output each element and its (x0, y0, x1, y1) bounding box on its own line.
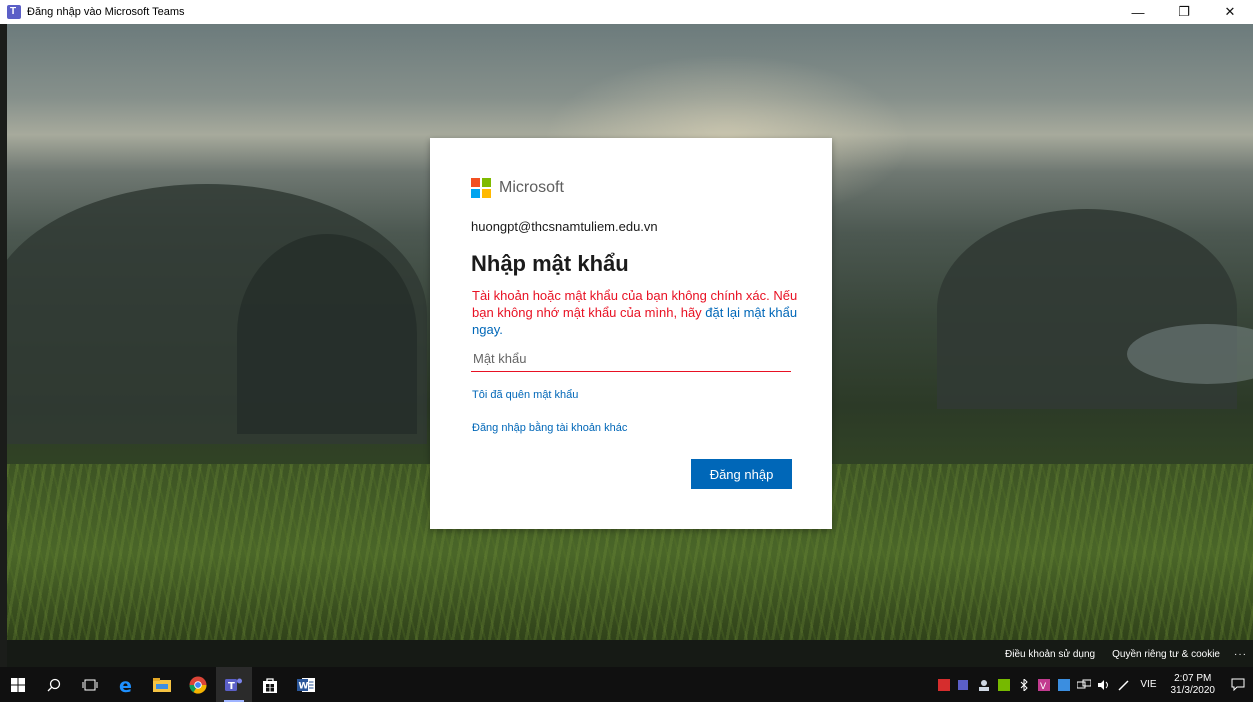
microsoft-logo-text: Microsoft (499, 179, 564, 196)
edge-icon[interactable]: e (108, 667, 144, 702)
svg-text:T: T (228, 681, 235, 692)
pen-icon[interactable] (1116, 667, 1132, 702)
volume-icon[interactable] (1096, 667, 1112, 702)
more-options-button[interactable]: ··· (1234, 649, 1247, 660)
language-indicator[interactable]: VIE (1140, 679, 1156, 690)
file-explorer-icon[interactable] (144, 667, 180, 702)
page-footer: Điều khoản sử dụng Quyền riêng tư & cook… (7, 640, 1253, 667)
svg-text:W: W (299, 681, 309, 691)
window-title: Đăng nhập vào Microsoft Teams (27, 6, 185, 18)
signin-other-account-link[interactable]: Đăng nhập bằng tài khoản khác (472, 422, 627, 434)
mountain-center (237, 234, 417, 434)
tray-user-icon[interactable] (976, 667, 992, 702)
tray-nvidia-icon[interactable] (996, 667, 1012, 702)
terms-of-use-link[interactable]: Điều khoản sử dụng (1005, 649, 1095, 660)
search-icon[interactable] (36, 667, 72, 702)
window-title-bar: Đăng nhập vào Microsoft Teams — ❐ ✕ (0, 0, 1253, 24)
restore-button[interactable]: ❐ (1161, 0, 1207, 24)
logo-square-red (471, 178, 480, 187)
clock-date: 31/3/2020 (1170, 684, 1216, 696)
svg-text:V: V (1040, 682, 1047, 691)
network-icon[interactable] (1076, 667, 1092, 702)
windows-start-icon[interactable] (0, 667, 36, 702)
clock[interactable]: 2:07 PM 31/3/2020 (1171, 673, 1216, 697)
tray-app-red-icon[interactable] (936, 667, 952, 702)
minimize-button[interactable]: — (1115, 0, 1161, 24)
window-controls: — ❐ ✕ (1115, 0, 1253, 24)
error-message: Tài khoản hoặc mật khẩu của bạn không ch… (472, 287, 802, 338)
task-view-icon[interactable] (72, 667, 108, 702)
signin-button[interactable]: Đăng nhập (691, 459, 792, 489)
bluetooth-icon[interactable] (1016, 667, 1032, 702)
password-input[interactable] (471, 345, 791, 372)
forgot-password-link[interactable]: Tôi đã quên mật khẩu (472, 389, 578, 401)
tray-teams-icon[interactable] (956, 667, 972, 702)
close-button[interactable]: ✕ (1207, 0, 1253, 24)
teams-app-icon (7, 5, 21, 19)
store-icon[interactable] (252, 667, 288, 702)
privacy-cookies-link[interactable]: Quyền riêng tư & cookie (1112, 649, 1220, 660)
microsoft-logo: Microsoft (471, 178, 564, 198)
tray-blue-app-icon[interactable] (1056, 667, 1072, 702)
signin-card: Microsoft huongpt@thcsnamtuliem.edu.vn N… (430, 138, 832, 529)
svg-text:e: e (119, 676, 132, 694)
notification-center-icon[interactable] (1223, 667, 1253, 702)
logo-square-blue (471, 189, 480, 198)
clock-time: 2:07 PM (1174, 672, 1212, 684)
chrome-icon[interactable] (180, 667, 216, 702)
teams-icon[interactable]: T (216, 667, 252, 702)
page-title: Nhập mật khẩu (471, 251, 629, 276)
system-tray: V VIE 2:07 PM 31/3/2020 (934, 667, 1253, 702)
microsoft-logo-icon (471, 178, 491, 198)
word-icon[interactable]: W (288, 667, 324, 702)
tray-v-app-icon[interactable]: V (1036, 667, 1052, 702)
taskbar: e T W V VIE 2:07 PM 31/3/2020 (0, 667, 1253, 702)
logo-square-green (482, 178, 491, 187)
logo-square-yellow (482, 189, 491, 198)
account-email: huongpt@thcsnamtuliem.edu.vn (471, 219, 658, 234)
